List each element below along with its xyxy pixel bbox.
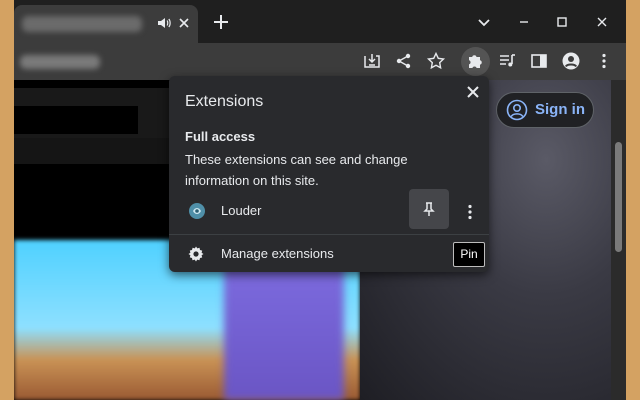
redacted-block [14, 106, 138, 134]
section-description: These extensions can see and change info… [185, 152, 408, 188]
popup-divider [169, 234, 489, 235]
manage-extensions-label: Manage extensions [221, 246, 334, 261]
menu-dots-icon[interactable] [594, 51, 614, 71]
extension-row[interactable]: Louder [169, 189, 489, 231]
close-icon[interactable] [592, 12, 612, 32]
side-panel-icon[interactable] [529, 51, 549, 71]
manage-extensions-row[interactable]: Manage extensions [169, 236, 489, 272]
tab-title [22, 16, 142, 32]
scrollbar[interactable] [611, 80, 626, 400]
star-icon[interactable] [426, 51, 446, 71]
extensions-popup: Extensions Full access These extensions … [169, 76, 489, 272]
louder-extension-icon [189, 203, 205, 219]
omnibox[interactable] [20, 55, 100, 69]
more-options-icon[interactable] [459, 201, 481, 223]
popup-title: Extensions [185, 93, 264, 110]
extension-name: Louder [221, 203, 262, 218]
minimize-icon[interactable] [514, 12, 534, 32]
toolbar [14, 43, 626, 80]
browser-window: Sign in Extensions Full access These ext… [14, 0, 626, 400]
new-tab-icon[interactable] [211, 12, 231, 32]
close-icon[interactable] [464, 83, 482, 101]
chevron-down-icon[interactable] [474, 12, 494, 32]
tab-strip [14, 0, 626, 43]
share-icon[interactable] [394, 51, 414, 71]
pin-icon [423, 202, 435, 216]
thumbnail-castle [224, 255, 344, 400]
audio-icon[interactable] [156, 15, 172, 31]
sign-in-button[interactable]: Sign in [496, 92, 594, 128]
profile-icon[interactable] [561, 51, 581, 71]
pin-button[interactable] [409, 189, 449, 229]
sign-in-label: Sign in [535, 101, 585, 118]
scroll-thumb[interactable] [615, 142, 622, 252]
maximize-icon[interactable] [552, 12, 572, 32]
pin-tooltip: Pin [453, 242, 485, 267]
gear-icon [188, 246, 204, 262]
install-icon[interactable] [362, 51, 382, 71]
close-icon[interactable] [176, 15, 192, 31]
tab-active[interactable] [14, 5, 198, 43]
extensions-puzzle-icon[interactable] [465, 51, 485, 71]
account-circle-icon [506, 99, 528, 121]
section-title: Full access [185, 129, 256, 144]
media-queue-icon[interactable] [497, 51, 517, 71]
